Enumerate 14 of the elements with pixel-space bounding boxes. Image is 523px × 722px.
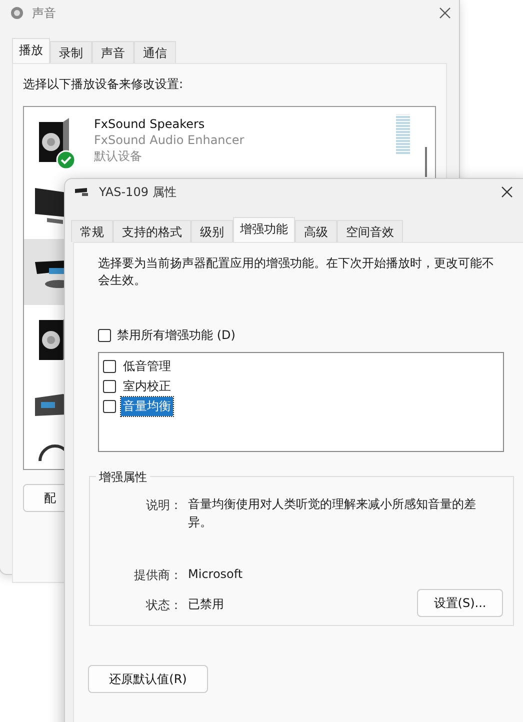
device-status: 默认设备 [94, 148, 143, 164]
device-name: FxSound Speakers [94, 116, 206, 132]
field-label: 说明： [145, 497, 182, 514]
intro-text: 选择要为当前扬声器配置应用的增强功能。在下次开始播放时，更改可能不会生效。 [98, 255, 495, 289]
field-value: 音量均衡使用对人类听觉的理解来减小所感知音量的差异。 [188, 496, 477, 531]
field-label: 提供商： [133, 567, 182, 584]
window-title: 声音 [32, 4, 56, 22]
instruction-text: 选择以下播放设备来修改设置: [23, 76, 184, 93]
device-description: FxSound Audio Enhancer [94, 132, 244, 148]
field-label: 状态： [145, 597, 182, 614]
field-value: Microsoft [188, 566, 243, 583]
group-title: 增强属性 [96, 469, 150, 486]
window-title: YAS-109 属性 [99, 184, 176, 200]
field-value: 已禁用 [188, 596, 224, 613]
